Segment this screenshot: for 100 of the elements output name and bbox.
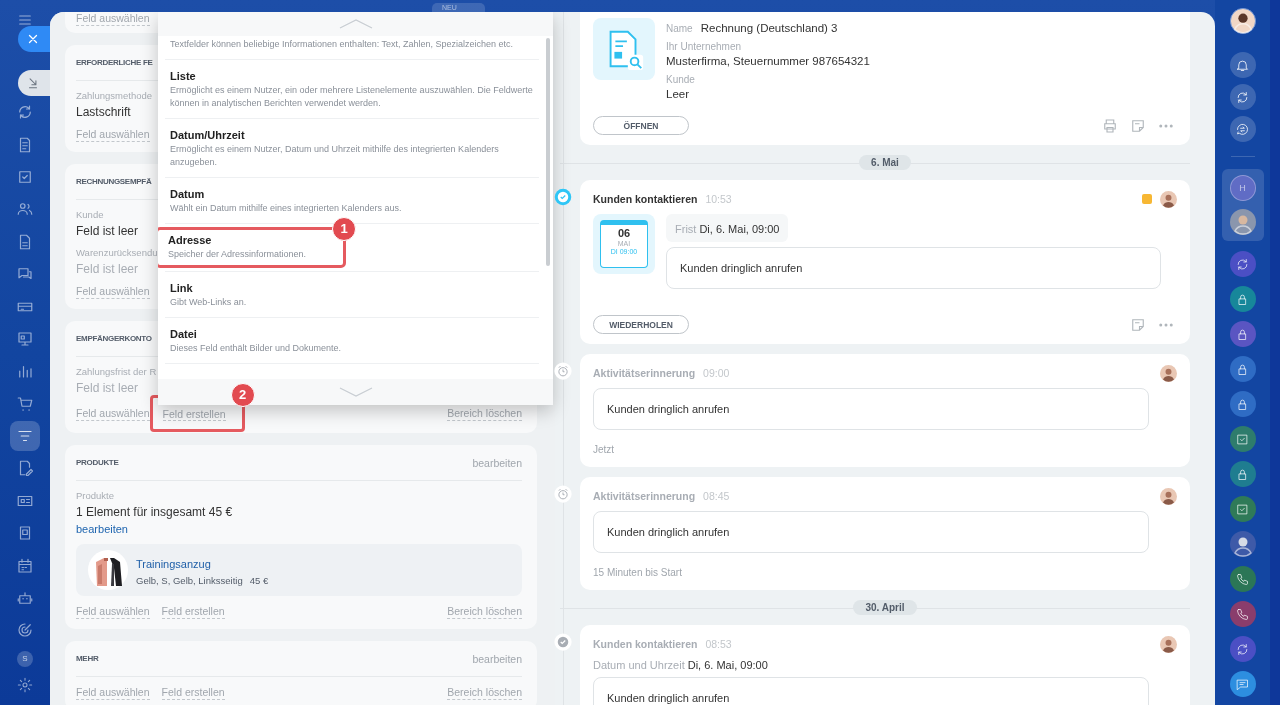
reminder-status: Jetzt — [593, 444, 616, 455]
cycle-app-button[interactable] — [1229, 251, 1256, 277]
field-link[interactable]: Feld auswählen — [76, 686, 150, 700]
remove-section-link[interactable]: Bereich löschen — [447, 686, 522, 700]
chat-arrows-icon — [1235, 121, 1250, 137]
field-type-title[interactable]: Datei — [170, 327, 534, 341]
section-title: ERFORDERLICHE FE — [76, 58, 153, 67]
presentation-icon — [16, 329, 34, 348]
field-link[interactable]: Feld erstellen — [161, 686, 225, 700]
checkbox-icon — [1235, 431, 1250, 447]
calendar-icon — [16, 556, 34, 575]
edit-link[interactable]: bearbeiten — [472, 652, 522, 665]
product-link[interactable]: Trainingsanzug — [136, 558, 211, 570]
field-type-title[interactable]: Datum — [170, 187, 534, 201]
lock-app-button[interactable] — [1229, 461, 1256, 487]
field-label: Ihr Unternehmen — [666, 41, 743, 52]
date-chip: 6. Mai — [859, 155, 911, 170]
field-label: Produkte — [76, 490, 115, 501]
activity-title: Aktivitätserinnerung — [593, 490, 696, 502]
remove-section-link[interactable]: Bereich löschen — [447, 406, 522, 421]
settings-icon[interactable] — [17, 676, 33, 693]
phone-icon — [1235, 606, 1250, 622]
section-title: RECHNUNGSEMPFÄ — [76, 177, 152, 186]
field-link[interactable]: Feld auswählen — [76, 605, 150, 619]
field-link[interactable]: Feld auswählen — [76, 128, 150, 142]
field-type-title[interactable]: Adresse — [168, 233, 307, 247]
collapse-button[interactable] — [18, 70, 50, 96]
lock-app-button[interactable] — [1229, 286, 1256, 312]
field-link[interactable]: Feld auswählen — [76, 406, 150, 421]
alarm-clock-icon — [554, 485, 572, 503]
lock-app-button[interactable] — [1229, 321, 1256, 347]
phone-icon — [1235, 571, 1250, 587]
field-value: 1 Element für insgesamt 45 € — [76, 505, 233, 519]
open-button[interactable]: ÖFFNEN — [593, 116, 689, 135]
field-value: Di, 6. Mai, 09:00 — [687, 659, 768, 671]
nav-button[interactable] — [10, 420, 40, 452]
activity-title: Kunden kontaktieren — [593, 193, 698, 205]
lock-app-button[interactable] — [1229, 391, 1256, 417]
calendar-day: 06 — [617, 227, 631, 240]
message-app-button[interactable] — [1229, 671, 1256, 697]
scrollbar[interactable] — [546, 38, 550, 266]
menu-icon[interactable] — [17, 12, 33, 28]
field-label: Zahlungsmethode — [76, 90, 153, 101]
avatar — [1160, 364, 1177, 382]
phone-app-button[interactable] — [1229, 566, 1256, 592]
message-icon — [1235, 676, 1250, 692]
field-type-title[interactable]: Liste — [170, 69, 534, 83]
activity-title: Kunden kontaktieren — [593, 638, 698, 650]
edit-link[interactable]: bearbeiten — [472, 456, 522, 469]
phone-app-button[interactable] — [1229, 601, 1256, 627]
field-type-description: Ermöglicht es einem Nutzer, Datum und Uhrzeit mithilfe des integrierten Kalenders anzugeben. — [170, 143, 500, 169]
checkbox-icon — [1235, 501, 1250, 517]
repeat-button[interactable]: WIEDERHOLEN — [593, 315, 689, 334]
description-text: Kunden dringlich anrufen — [607, 403, 730, 415]
reminder-status: 15 Minuten bis Start — [593, 567, 683, 578]
avatar[interactable] — [1229, 209, 1256, 235]
field-value: Feld ist leer — [76, 381, 139, 395]
bell-button[interactable] — [1229, 52, 1256, 78]
description-text: Kunden dringlich anrufen — [607, 526, 730, 538]
field-link[interactable]: Feld erstellen — [162, 408, 226, 421]
field-value: Feld ist leer — [76, 224, 139, 238]
field-type-title[interactable]: Datum/Uhrzeit — [170, 128, 534, 142]
check-circle-icon — [554, 633, 572, 651]
section-title: EMPFÄNGERKONTO — [76, 334, 152, 343]
activity-time: 08:53 — [705, 638, 732, 650]
field-link[interactable]: Feld erstellen — [161, 605, 225, 619]
checkbox-app-button[interactable] — [1229, 496, 1256, 522]
user-initial[interactable]: S — [17, 650, 33, 667]
field-link[interactable]: Feld auswählen — [76, 12, 150, 26]
avatar — [1160, 487, 1177, 505]
field-label: Kunde — [666, 74, 696, 85]
chat-arrows-button[interactable] — [1229, 116, 1256, 142]
field-label: Datum und Uhrzeit — [593, 659, 685, 671]
activity-time: 09:00 — [703, 367, 730, 379]
field-label: Frist — [675, 223, 697, 235]
date-chip: 30. April — [853, 600, 917, 615]
avatar — [1160, 190, 1177, 208]
product-details: Gelb, S, Gelb, Linksseitig — [136, 575, 243, 586]
target-icon — [16, 621, 34, 640]
edit-link[interactable]: bearbeiten — [76, 523, 128, 536]
field-type-description: Textfelder können beliebige Informationen enthalten: Text, Zahlen, Spezialzeichen etc. — [170, 38, 515, 51]
checkbox-app-button[interactable] — [1229, 426, 1256, 452]
bell-icon — [1235, 57, 1250, 73]
cycle-app-button[interactable] — [1229, 636, 1256, 662]
avatar[interactable] — [1229, 8, 1256, 34]
field-link[interactable]: Feld auswählen — [76, 285, 150, 299]
field-label: Name — [666, 23, 693, 34]
field-value: Di, 6. Mai, 09:00 — [699, 223, 780, 235]
field-type-description: Speicher der Adressinformationen. — [168, 248, 307, 261]
lock-app-button[interactable] — [1229, 356, 1256, 382]
remove-section-link[interactable]: Bereich löschen — [447, 605, 522, 619]
close-button[interactable] — [18, 26, 50, 52]
field-value: Lastschrift — [76, 105, 131, 119]
field-type-title[interactable]: Link — [170, 281, 534, 295]
field-value: Rechnung (Deutschland) 3 — [700, 22, 838, 34]
cycle-button[interactable] — [1229, 84, 1256, 110]
field-type-description: Wählt ein Datum mithilfe eines integrierten Kalenders aus. — [170, 202, 403, 215]
avatar[interactable] — [1229, 531, 1256, 557]
contact-initial[interactable]: H — [1229, 175, 1256, 201]
cycle-icon — [1235, 641, 1250, 657]
